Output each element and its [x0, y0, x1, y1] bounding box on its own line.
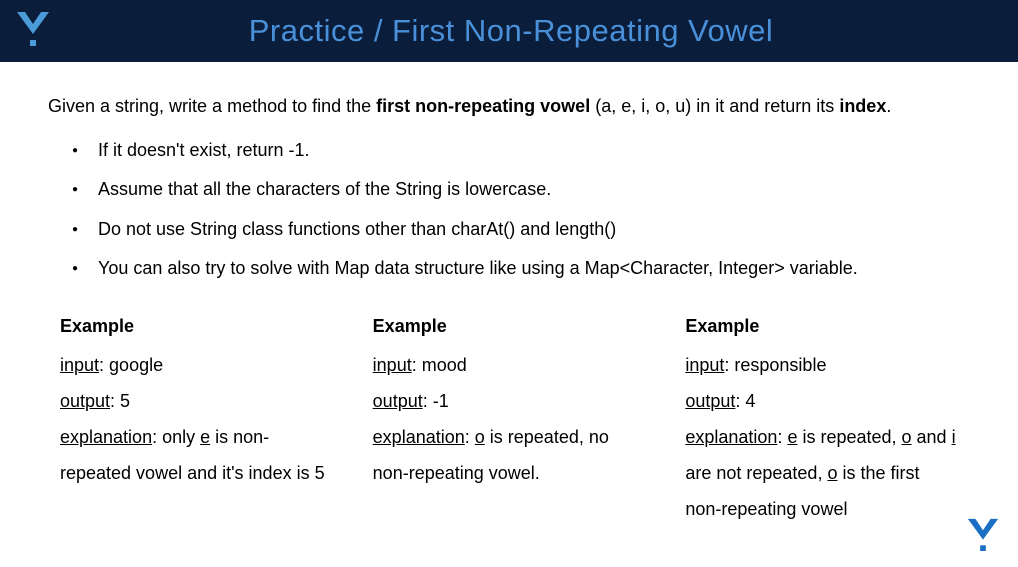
header: Practice / First Non-Repeating Vowel: [0, 0, 1018, 62]
list-item: Assume that all the characters of the St…: [48, 170, 970, 209]
input-value: : responsible: [724, 355, 826, 375]
output-label: output: [685, 391, 735, 411]
output-value: : 4: [735, 391, 755, 411]
bullet-list: If it doesn't exist, return -1. Assume t…: [48, 119, 970, 288]
output-label: output: [60, 391, 110, 411]
example-output: output: 4: [685, 383, 958, 419]
input-value: : google: [99, 355, 163, 375]
explanation-underline: o: [827, 463, 837, 483]
example-input: input: responsible: [685, 347, 958, 383]
explanation-text: and: [912, 427, 952, 447]
explanation-underline: e: [787, 427, 797, 447]
example-input: input: google: [60, 347, 333, 383]
example-output: output: 5: [60, 383, 333, 419]
input-label: input: [373, 355, 412, 375]
list-item: You can also try to solve with Map data …: [48, 249, 970, 288]
input-label: input: [60, 355, 99, 375]
explanation-label: explanation: [60, 427, 152, 447]
intro-mid: (a, e, i, o, u) in it and return its: [590, 96, 839, 116]
explanation-underline: e: [200, 427, 210, 447]
explanation-text: :: [465, 427, 475, 447]
example-2: Example input: mood output: -1 explanati…: [373, 316, 646, 527]
output-value: : -1: [423, 391, 449, 411]
list-item: If it doesn't exist, return -1.: [48, 131, 970, 170]
list-item: Do not use String class functions other …: [48, 210, 970, 249]
example-3: Example input: responsible output: 4 exp…: [685, 316, 958, 527]
explanation-text: :: [777, 427, 787, 447]
explanation-label: explanation: [685, 427, 777, 447]
output-value: : 5: [110, 391, 130, 411]
content: Given a string, write a method to find t…: [0, 62, 1018, 527]
explanation-underline: i: [952, 427, 956, 447]
explanation-label: explanation: [373, 427, 465, 447]
example-explanation: explanation: only e is non-repeated vowe…: [60, 419, 333, 491]
example-label: Example: [685, 316, 958, 337]
explanation-underline: o: [902, 427, 912, 447]
example-explanation: explanation: e is repeated, o and i are …: [685, 419, 958, 527]
explanation-text: is repeated,: [797, 427, 901, 447]
intro-bold1: first non-repeating vowel: [376, 96, 590, 116]
example-label: Example: [373, 316, 646, 337]
example-output: output: -1: [373, 383, 646, 419]
intro-suffix: .: [886, 96, 891, 116]
example-explanation: explanation: o is repeated, no non-repea…: [373, 419, 646, 491]
intro-text: Given a string, write a method to find t…: [48, 94, 970, 119]
example-label: Example: [60, 316, 333, 337]
explanation-underline: o: [475, 427, 485, 447]
input-label: input: [685, 355, 724, 375]
example-1: Example input: google output: 5 explanat…: [60, 316, 333, 527]
explanation-text: are not repeated,: [685, 463, 827, 483]
example-input: input: mood: [373, 347, 646, 383]
examples-row: Example input: google output: 5 explanat…: [48, 288, 970, 527]
intro-bold2: index: [839, 96, 886, 116]
page-title: Practice / First Non-Repeating Vowel: [54, 13, 1018, 49]
output-label: output: [373, 391, 423, 411]
logo-icon: [12, 10, 54, 52]
intro-prefix: Given a string, write a method to find t…: [48, 96, 376, 116]
input-value: : mood: [412, 355, 467, 375]
footer-logo-icon: [966, 517, 1000, 557]
explanation-text: : only: [152, 427, 200, 447]
